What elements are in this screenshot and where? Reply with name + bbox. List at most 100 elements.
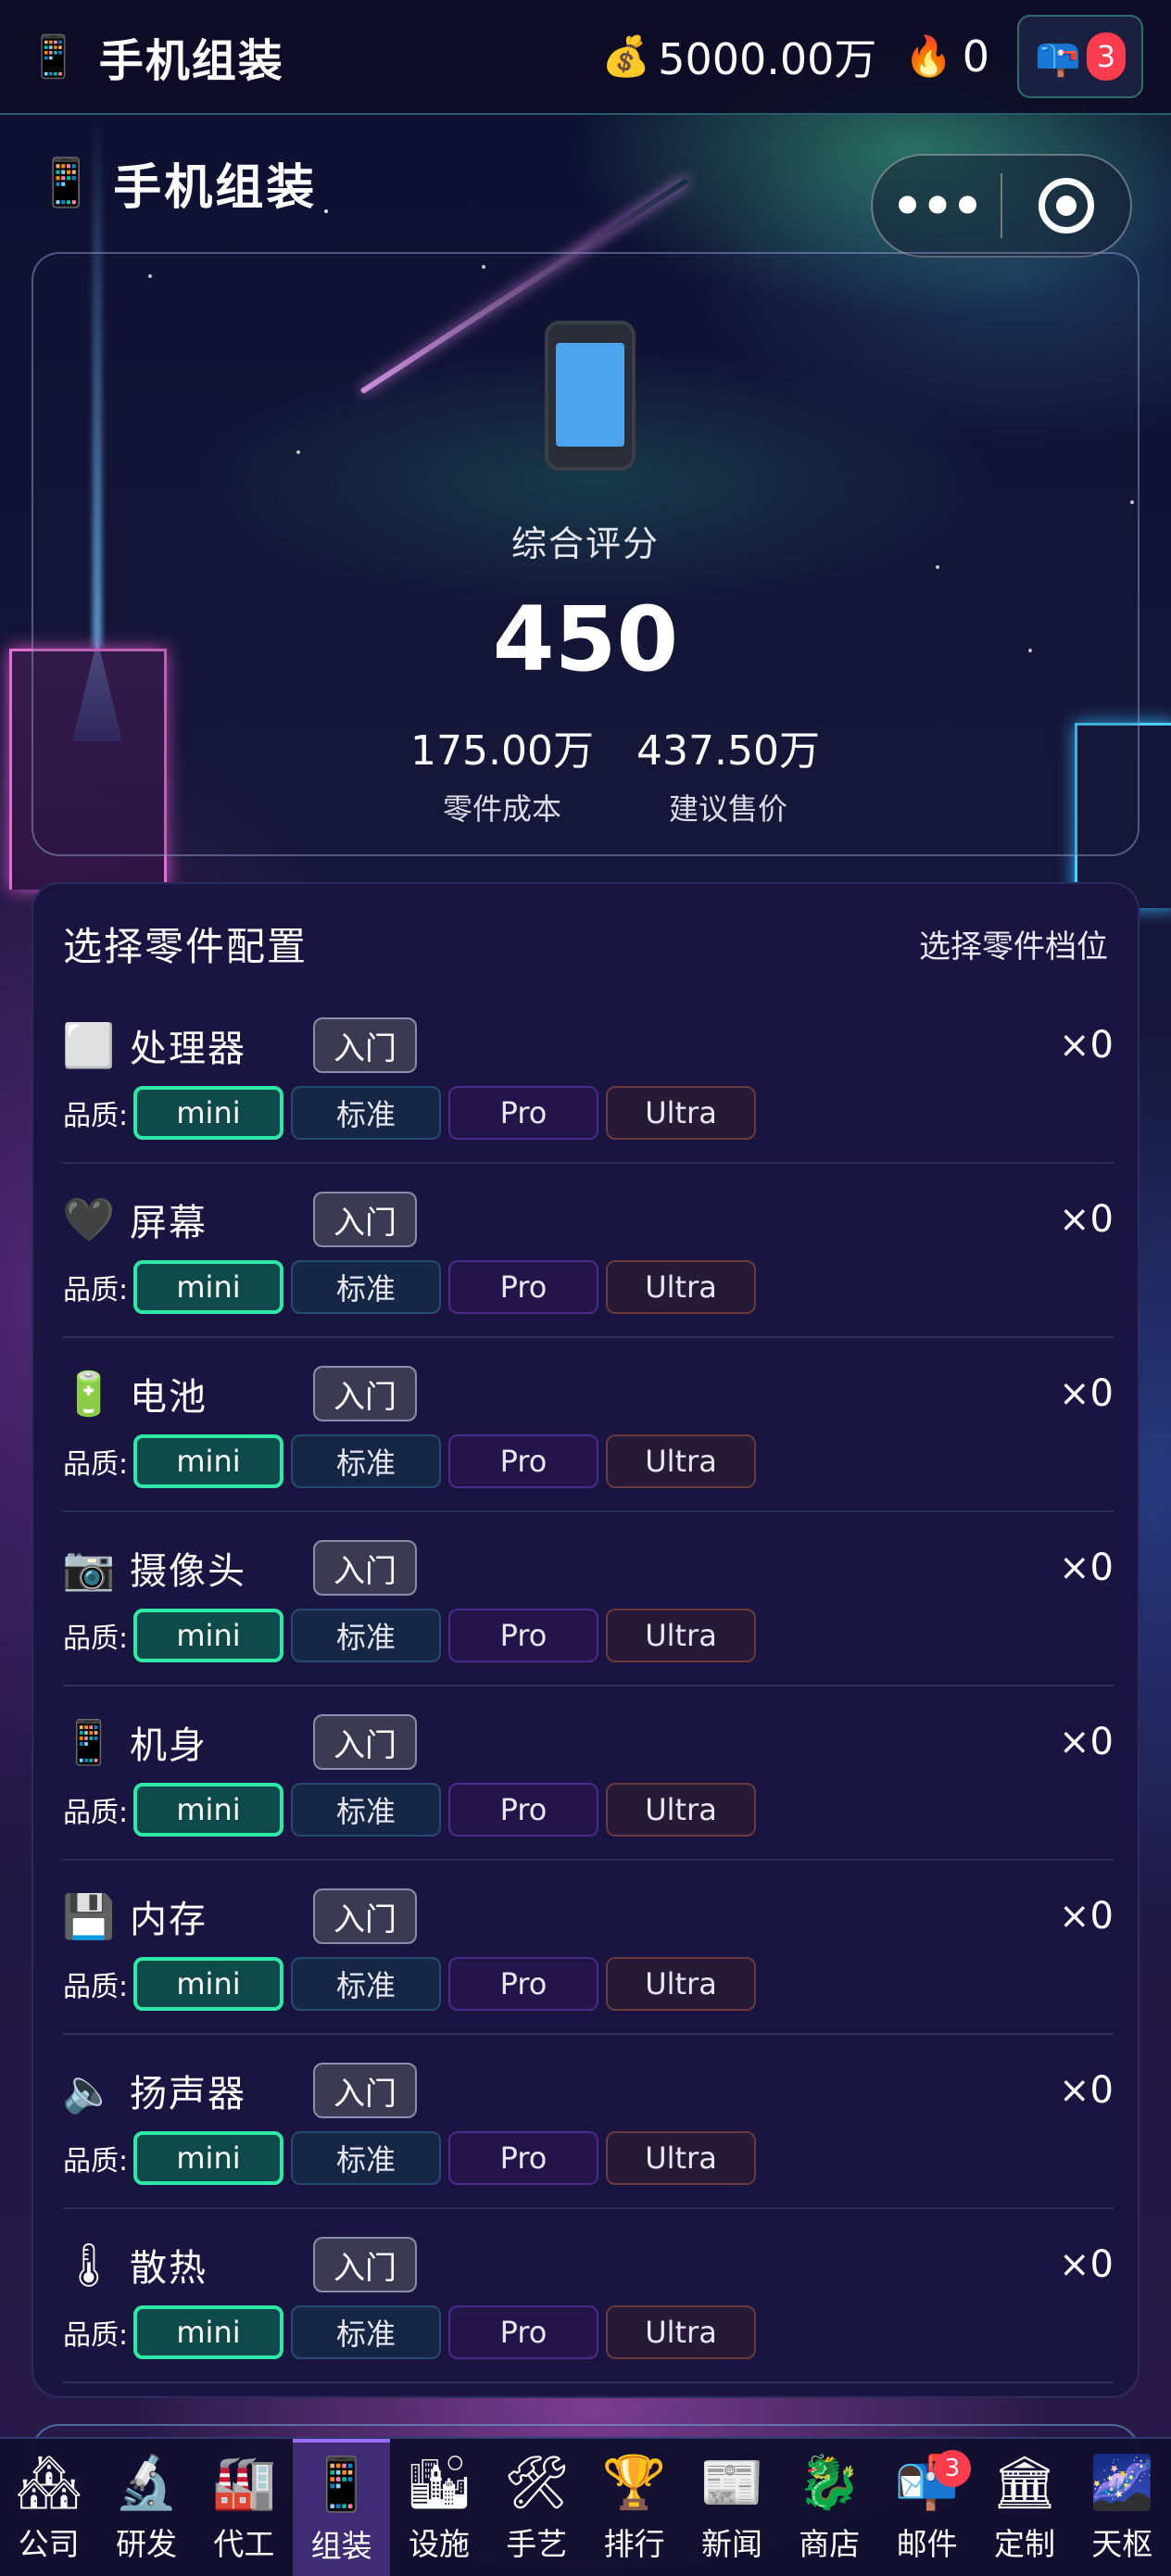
part-cost-value: 175.00万 <box>410 727 594 775</box>
nav-item-shop[interactable]: 🐉 商店 <box>781 2439 878 2576</box>
nav-label: 排行 <box>603 2526 665 2562</box>
tools-icon: 🛠 <box>503 2453 570 2513</box>
phone-illustration-icon <box>545 321 636 471</box>
more-menu-button[interactable]: ••• <box>873 177 1001 235</box>
tier-select-button[interactable]: 入门 <box>313 2063 417 2118</box>
quality-standard-button[interactable]: 标准 <box>291 1957 441 2011</box>
quality-mini-button[interactable]: mini <box>133 1434 283 1488</box>
quality-pro-button[interactable]: Pro <box>448 1783 598 1837</box>
nav-item-mail[interactable]: 📬 邮件 3 <box>878 2439 976 2576</box>
mail-button[interactable]: 📪 3 <box>1017 15 1143 98</box>
quality-ultra-button[interactable]: Ultra <box>606 1260 756 1314</box>
quality-label: 品质: <box>63 2319 129 2352</box>
nav-item-craft[interactable]: 🛠 手艺 <box>488 2439 586 2576</box>
quality-standard-button[interactable]: 标准 <box>291 1609 441 1662</box>
part-name: 扬声器 <box>130 2073 246 2115</box>
part-row-speaker: 🔈 扬声器 入门 ×0 品质: mini 标准 Pro Ultra <box>62 2035 1114 2209</box>
quality-pro-button[interactable]: Pro <box>448 1609 598 1662</box>
quality-pro-button[interactable]: Pro <box>448 1957 598 2011</box>
quality-mini-button[interactable]: mini <box>133 1957 283 2011</box>
score-card: 综合评分 450 175.00万 零件成本 437.50万 建议售价 <box>31 252 1140 856</box>
quality-label: 品质: <box>63 1971 129 2003</box>
fire-value: 0 <box>962 32 989 82</box>
nav-label: 商店 <box>799 2526 861 2562</box>
quality-ultra-button[interactable]: Ultra <box>606 2305 756 2359</box>
fire-display: 🔥 0 <box>904 32 989 82</box>
quality-pro-button[interactable]: Pro <box>448 1434 598 1488</box>
quality-pro-button[interactable]: Pro <box>448 1086 598 1140</box>
quality-ultra-button[interactable]: Ultra <box>606 1086 756 1140</box>
quality-ultra-button[interactable]: Ultra <box>606 2131 756 2185</box>
miniprogram-capsule: ••• <box>871 154 1132 258</box>
parts-panel-title: 选择零件配置 <box>63 923 308 969</box>
part-count: ×0 <box>1059 1547 1114 1589</box>
quality-pro-button[interactable]: Pro <box>448 2131 598 2185</box>
quality-mini-button[interactable]: mini <box>133 1260 283 1314</box>
tier-select-button[interactable]: 入门 <box>313 1888 417 1944</box>
quality-standard-button[interactable]: 标准 <box>291 2131 441 2185</box>
quality-label: 品质: <box>63 1274 129 1307</box>
money-display: 💰 5000.00万 <box>602 26 877 87</box>
nav-item-foundry[interactable]: 🏭 代工 <box>195 2439 293 2576</box>
part-row-processor: ⬜ 处理器 入门 ×0 品质: mini 标准 Pro Ultra <box>62 990 1114 1164</box>
nav-item-company[interactable]: 🏘 公司 <box>0 2439 97 2576</box>
nav-label: 组装 <box>310 2528 372 2564</box>
part-row-memory: 💾 内存 入门 ×0 品质: mini 标准 Pro Ultra <box>62 1861 1114 2035</box>
nav-item-custom[interactable]: 🏛 定制 <box>976 2439 1073 2576</box>
quality-pro-button[interactable]: Pro <box>448 1260 598 1314</box>
tier-select-button[interactable]: 入门 <box>313 2237 417 2292</box>
quality-mini-button[interactable]: mini <box>133 2305 283 2359</box>
quality-ultra-button[interactable]: Ultra <box>606 1783 756 1837</box>
quality-label: 品质: <box>63 1623 129 1655</box>
quality-ultra-button[interactable]: Ultra <box>606 1609 756 1662</box>
quality-standard-button[interactable]: 标准 <box>291 1783 441 1837</box>
nav-item-assembly[interactable]: 📱 组装 <box>292 2439 391 2576</box>
quality-mini-button[interactable]: mini <box>133 1086 283 1140</box>
quality-pro-button[interactable]: Pro <box>448 2305 598 2359</box>
quality-standard-button[interactable]: 标准 <box>291 2305 441 2359</box>
tier-select-button[interactable]: 入门 <box>313 1017 417 1073</box>
suggested-price-label: 建议售价 <box>668 791 787 827</box>
part-row-camera: 📷 摄像头 入门 ×0 品质: mini 标准 Pro Ultra <box>62 1512 1114 1686</box>
quality-mini-button[interactable]: mini <box>133 2131 283 2185</box>
quality-ultra-button[interactable]: Ultra <box>606 1434 756 1488</box>
quality-mini-button[interactable]: mini <box>133 1609 283 1662</box>
microscope-icon: 🔬 <box>114 2453 179 2513</box>
nav-label: 天枢 <box>1091 2526 1153 2562</box>
money-bag-icon: 💰 <box>601 33 651 79</box>
target-icon <box>1038 178 1094 234</box>
tier-select-button[interactable]: 入门 <box>313 1366 417 1421</box>
quality-ultra-button[interactable]: Ultra <box>606 1957 756 2011</box>
tier-select-button[interactable]: 入门 <box>313 1192 417 1247</box>
tier-select-button[interactable]: 入门 <box>313 1540 417 1596</box>
page-title: 手机组装 <box>113 160 318 216</box>
nav-item-research[interactable]: 🔬 研发 <box>97 2439 195 2576</box>
speaker-icon: 🔈 <box>62 2065 116 2115</box>
mailbox-icon: 📪 <box>1035 35 1081 79</box>
nav-item-tianshu[interactable]: 🌌 天枢 <box>1074 2439 1171 2576</box>
quality-mini-button[interactable]: mini <box>133 1783 283 1837</box>
quality-label: 品质: <box>63 1100 129 1132</box>
close-target-button[interactable] <box>1002 178 1130 234</box>
nav-item-ranking[interactable]: 🏆 排行 <box>586 2439 683 2576</box>
quality-standard-button[interactable]: 标准 <box>291 1086 441 1140</box>
quality-standard-button[interactable]: 标准 <box>291 1260 441 1314</box>
part-name: 摄像头 <box>130 1550 246 1593</box>
dragon-icon: 🐉 <box>797 2453 863 2513</box>
select-tier-label: 选择零件档位 <box>919 928 1108 966</box>
nav-label: 研发 <box>115 2526 177 2562</box>
nav-item-news[interactable]: 📰 新闻 <box>683 2439 780 2576</box>
score-label: 综合评分 <box>510 524 660 564</box>
nav-label: 邮件 <box>896 2526 958 2562</box>
nav-label: 定制 <box>993 2526 1055 2562</box>
suggested-price-value: 437.50万 <box>636 727 820 775</box>
part-count: ×0 <box>1059 1721 1114 1763</box>
part-row-cooling: 🌡 散热 入门 ×0 品质: mini 标准 Pro Ultra <box>62 2209 1114 2383</box>
tier-select-button[interactable]: 入门 <box>313 1714 417 1770</box>
city-icon: 🏙 <box>406 2453 472 2513</box>
phone-icon: 📱 <box>28 33 79 81</box>
quality-standard-button[interactable]: 标准 <box>291 1434 441 1488</box>
nav-item-facility[interactable]: 🏙 设施 <box>390 2439 487 2576</box>
nav-label: 公司 <box>18 2526 80 2562</box>
part-count: ×0 <box>1059 1895 1114 1938</box>
